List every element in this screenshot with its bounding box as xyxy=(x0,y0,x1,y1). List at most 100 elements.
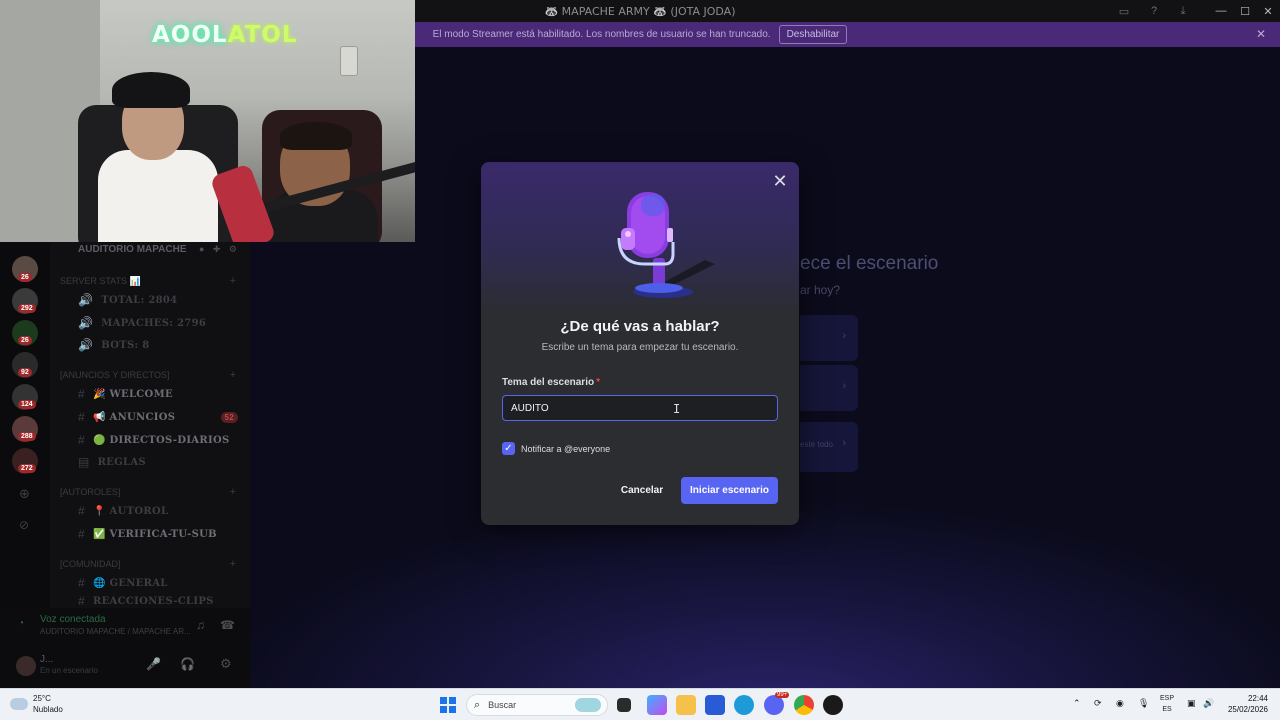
microphone-illustration xyxy=(617,192,715,298)
edge-icon[interactable] xyxy=(734,695,754,715)
close-icon[interactable]: ✕ xyxy=(771,172,789,190)
help-icon[interactable]: ? xyxy=(1147,4,1161,18)
stage-topic-input[interactable] xyxy=(502,395,778,421)
user-status: En un escenario xyxy=(40,666,98,675)
close-icon[interactable]: ✕ xyxy=(1256,27,1266,41)
server-header[interactable]: AUDITORIO MAPACHE ● ✚ ⚙ xyxy=(50,240,250,260)
chevron-right-icon: › xyxy=(842,437,846,449)
volume-icon[interactable]: 🔊 xyxy=(1203,698,1214,709)
plus-icon[interactable]: + xyxy=(230,486,236,498)
record-icon[interactable]: ◉ xyxy=(1116,698,1124,709)
discover-icon[interactable]: ⊘ xyxy=(19,518,29,532)
channel-welcome[interactable]: # 🎉 WELCOME xyxy=(50,385,250,403)
wall-phone xyxy=(340,46,358,76)
checkmark-icon[interactable]: ✓ xyxy=(502,442,515,455)
category-server-stats[interactable]: SERVER STATS 📊 + xyxy=(50,273,250,289)
discord-icon[interactable] xyxy=(764,695,784,715)
category-autoroles[interactable]: [AUTOROLES] + xyxy=(50,484,250,500)
hash-icon: # xyxy=(78,504,85,518)
inbox-icon[interactable]: ▭ xyxy=(1117,4,1131,18)
channel-reglas[interactable]: ▤ REGLAS xyxy=(50,453,250,471)
mention-badge: 52 xyxy=(220,411,238,423)
channel-mapaches[interactable]: 🔊 MAPACHES: 2796 xyxy=(50,314,250,332)
chrome-icon[interactable] xyxy=(794,695,814,715)
category-label: SERVER STATS 📊 xyxy=(60,275,141,286)
stage-option-card: esté todo › xyxy=(800,422,858,472)
plus-icon[interactable]: + xyxy=(230,369,236,381)
speaker-icon: 🔊 xyxy=(78,293,94,307)
channel-label: MAPACHES: 2796 xyxy=(101,317,207,329)
chevron-up-icon[interactable]: ⌃ xyxy=(1073,698,1081,709)
search-placeholder: Buscar xyxy=(488,700,517,710)
channel-autorol[interactable]: # 📍 AUTOROL xyxy=(50,502,250,520)
file-explorer-icon[interactable] xyxy=(676,695,696,715)
hash-icon: # xyxy=(78,433,85,447)
channel-general[interactable]: # 🌐 GENERAL xyxy=(50,574,250,592)
plus-icon[interactable]: + xyxy=(230,275,236,287)
server-badge: 292 xyxy=(18,304,36,313)
system-clock[interactable]: 22:44 25/02/2026 xyxy=(1228,693,1268,715)
logo-part-b: ATOL xyxy=(227,22,298,48)
rules-icon: ▤ xyxy=(78,455,90,469)
channel-label: ✅ VERIFICA-TU-SUB xyxy=(92,528,217,540)
modal-title: ¿De qué vas a hablar? xyxy=(560,318,720,335)
soundboard-icon[interactable]: ♫ xyxy=(196,618,205,632)
server-badge: 26 xyxy=(18,273,32,282)
channel-label: 🟢 DIRECTOS-DIARIOS xyxy=(92,434,230,446)
headphones-icon[interactable]: 🎧 xyxy=(180,657,195,671)
settings-icon[interactable]: ⚙ xyxy=(220,656,232,672)
task-view-icon[interactable] xyxy=(617,698,631,712)
add-server-icon[interactable]: ⊕ xyxy=(19,486,30,502)
modal-subtitle: Escribe un tema para empezar tu escenari… xyxy=(541,342,739,353)
obs-icon[interactable] xyxy=(823,695,843,715)
text-cursor-icon: I xyxy=(673,402,681,416)
disable-streamer-button[interactable]: Deshabilitar xyxy=(778,25,848,44)
window-close-button[interactable]: ✕ xyxy=(1254,0,1280,22)
taskbar-search[interactable]: ⌕ Buscar xyxy=(466,694,608,716)
category-anuncios[interactable]: [ANUNCIOS Y DIRECTOS] + xyxy=(50,367,250,383)
weather-widget[interactable]: 25°C Nublado xyxy=(10,693,63,715)
disconnect-icon[interactable]: ☎ xyxy=(220,618,235,632)
channel-directos-diarios[interactable]: # 🟢 DIRECTOS-DIARIOS xyxy=(50,431,250,449)
search-highlight-icon xyxy=(575,698,601,712)
temperature: 25°C xyxy=(33,694,51,703)
channel-label: 🎉 WELCOME xyxy=(92,388,173,400)
start-stage-modal: ✕ ¿De qué vas a hablar? Escribe un tema … xyxy=(481,162,799,525)
category-comunidad[interactable]: [COMUNIDAD] + xyxy=(50,556,250,572)
language-indicator[interactable]: ESP ES xyxy=(1160,693,1174,715)
copilot-icon[interactable] xyxy=(647,695,667,715)
category-label: [COMUNIDAD] xyxy=(60,559,121,569)
channel-anuncios[interactable]: # 📢 ANUNCIOS 52 xyxy=(50,408,250,426)
signal-icon: ◔ xyxy=(18,618,25,629)
hash-icon: # xyxy=(78,410,85,424)
windows-start-icon[interactable] xyxy=(440,697,456,713)
channel-label: TOTAL: 2804 xyxy=(101,294,178,306)
microphone-icon[interactable]: 🎙 xyxy=(1138,698,1149,709)
server-badge: 288 xyxy=(18,432,36,441)
cancel-button[interactable]: Cancelar xyxy=(612,477,672,504)
notify-everyone-checkbox[interactable]: ✓ Notificar a @everyone xyxy=(502,442,610,455)
mic-muted-icon[interactable]: 🎤 xyxy=(146,657,161,671)
category-label: [AUTOROLES] xyxy=(60,487,121,497)
plus-icon[interactable]: + xyxy=(230,558,236,570)
store-icon[interactable] xyxy=(705,695,725,715)
server-badge: 124 xyxy=(18,400,36,409)
start-stage-button[interactable]: Iniciar escenario xyxy=(681,477,778,504)
person-left xyxy=(98,150,218,242)
sync-icon[interactable]: ⟳ xyxy=(1094,698,1102,709)
download-icon[interactable]: ⤓ xyxy=(1176,4,1190,18)
webcam-overlay: AOOLATOL xyxy=(0,0,415,242)
avatar[interactable] xyxy=(16,656,36,676)
channel-verifica-tu-sub[interactable]: # ✅ VERIFICA-TU-SUB xyxy=(50,525,250,543)
logo-part-a: AOOL xyxy=(152,22,228,48)
voice-channel[interactable]: AUDITORIO MAPACHE / MAPACHE AR... xyxy=(40,627,191,636)
channel-total[interactable]: 🔊 TOTAL: 2804 xyxy=(50,291,250,309)
clock-time: 22:44 xyxy=(1247,694,1268,703)
stage-subheading: ar hoy? xyxy=(800,283,841,297)
channel-label: 📍 AUTOROL xyxy=(92,505,169,517)
clock-date: 25/02/2026 xyxy=(1227,705,1268,714)
hash-icon: # xyxy=(78,527,85,541)
network-icon[interactable]: ▣ xyxy=(1187,698,1196,709)
channel-reacciones-clips[interactable]: # REACCIONES-CLIPS xyxy=(50,596,250,606)
channel-bots[interactable]: 🔊 BOTS: 8 xyxy=(50,336,250,354)
